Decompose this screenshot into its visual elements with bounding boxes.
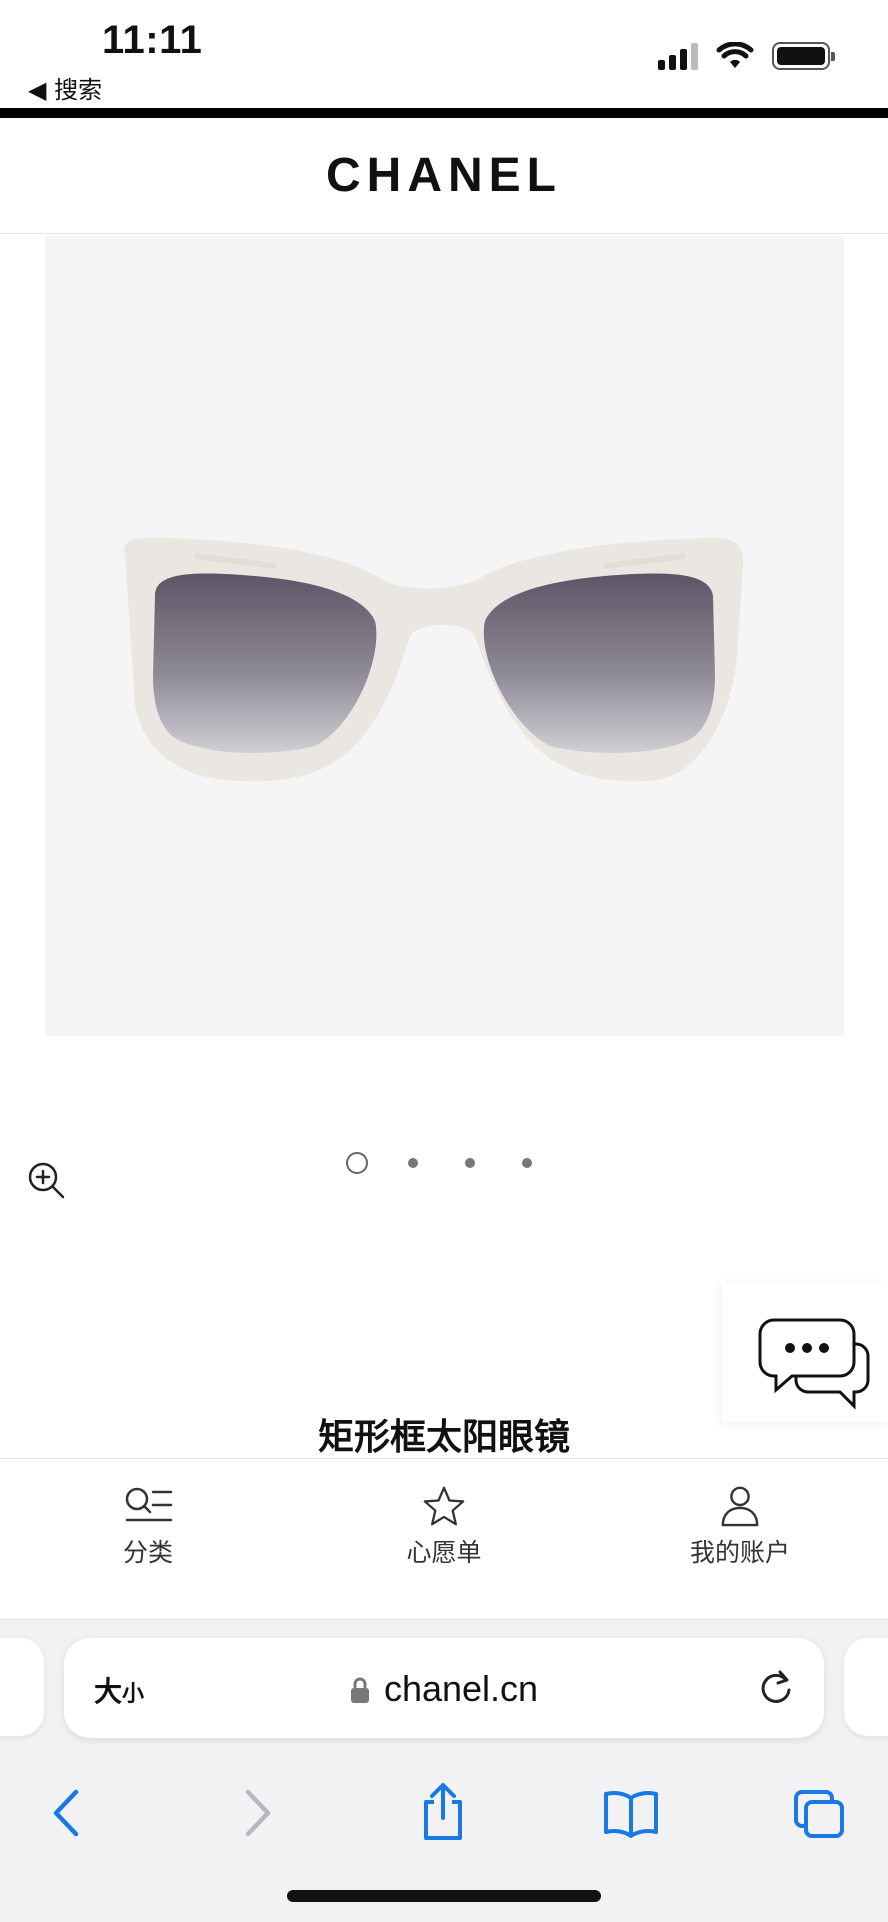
- tabs-icon[interactable]: [792, 1788, 846, 1840]
- url-text: chanel.cn: [383, 1668, 539, 1709]
- category-list-icon: [125, 1487, 173, 1522]
- star-icon: [423, 1486, 465, 1526]
- bottom-nav: 分类 心愿单 我的账户: [0, 1458, 888, 1620]
- chanel-logo[interactable]: CHANEL: [326, 148, 562, 203]
- cellular-signal-icon: [658, 42, 698, 70]
- zoom-in-icon[interactable]: [26, 1160, 66, 1200]
- nav-item-wishlist[interactable]: 心愿单: [296, 1459, 592, 1619]
- top-divider: [0, 108, 888, 118]
- carousel-dot-1[interactable]: [346, 1152, 368, 1174]
- browser-chrome: 大小 chanel.cn: [0, 1620, 888, 1922]
- lock-icon: [350, 1677, 369, 1703]
- next-tab-preview[interactable]: [844, 1638, 888, 1736]
- browser-toolbar: [0, 1758, 888, 1868]
- nav-item-account[interactable]: 我的账户: [592, 1459, 888, 1619]
- url-display[interactable]: chanel.cn: [64, 1668, 824, 1710]
- nav-label-wishlist: 心愿单: [406, 1538, 482, 1567]
- back-icon[interactable]: [48, 1788, 84, 1838]
- previous-tab-preview[interactable]: [0, 1638, 44, 1736]
- product-image[interactable]: [45, 236, 844, 1036]
- share-icon[interactable]: [418, 1782, 468, 1842]
- back-to-search-link[interactable]: ◀ 搜索: [28, 70, 102, 105]
- status-icons: [658, 42, 835, 70]
- address-bar[interactable]: 大小 chanel.cn: [64, 1638, 824, 1738]
- wifi-icon: [716, 42, 754, 68]
- carousel-dot-2[interactable]: [408, 1158, 418, 1168]
- brand-header: CHANEL: [0, 118, 888, 234]
- chat-bubble-icon: [758, 1318, 870, 1410]
- nav-item-category[interactable]: 分类: [0, 1459, 296, 1619]
- user-icon: [721, 1486, 759, 1527]
- forward-icon[interactable]: [240, 1788, 276, 1838]
- status-time: 11:11: [102, 18, 203, 62]
- carousel-dot-3[interactable]: [465, 1158, 475, 1168]
- battery-icon: [772, 42, 835, 70]
- status-bar: 11:11 ◀ 搜索: [0, 0, 888, 108]
- sunglasses-illustration: [124, 537, 744, 782]
- nav-label-account: 我的账户: [689, 1538, 790, 1567]
- chat-button[interactable]: [722, 1282, 888, 1422]
- bookmarks-icon[interactable]: [602, 1788, 660, 1838]
- product-title: 矩形框太阳眼镜: [317, 1417, 570, 1458]
- home-indicator: [287, 1890, 601, 1902]
- carousel-pagination: [346, 1152, 579, 1174]
- carousel-dot-4[interactable]: [522, 1158, 532, 1168]
- nav-label-category: 分类: [122, 1538, 173, 1567]
- reload-icon[interactable]: [756, 1668, 796, 1708]
